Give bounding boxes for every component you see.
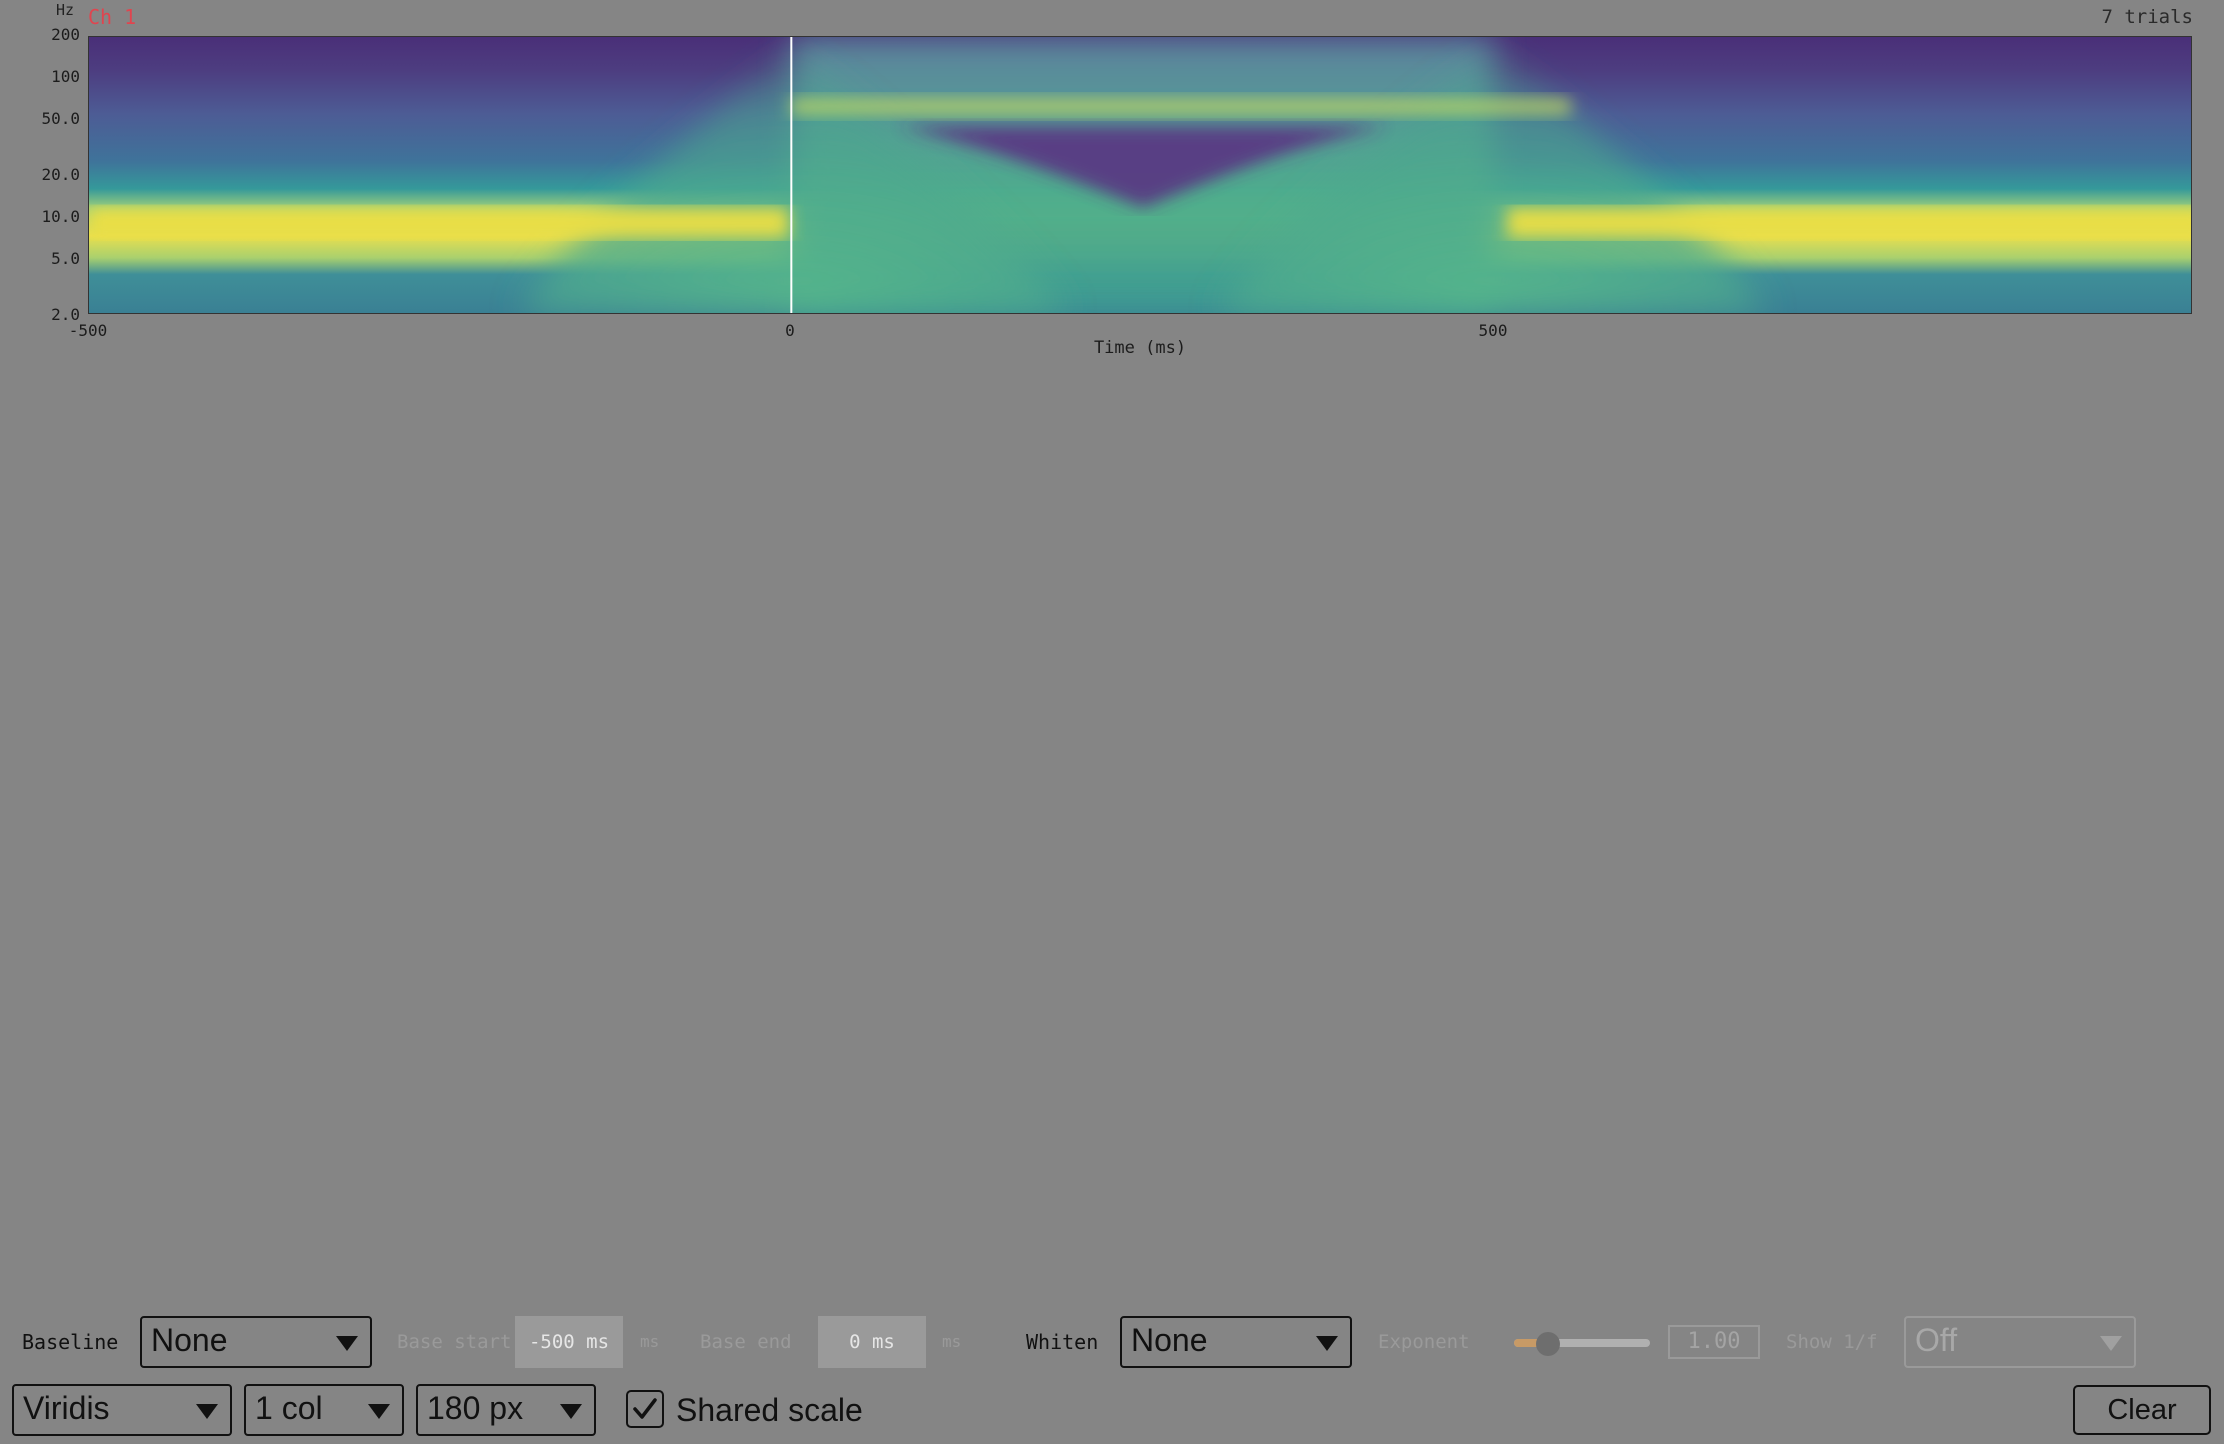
shared-scale-label: Shared scale [676,1392,863,1428]
chevron-down-icon [560,1404,582,1419]
spectrogram-heatmap[interactable] [88,36,2192,314]
show-1f-label: Show 1/f [1786,1331,1878,1353]
y-tick-label: 100 [51,67,80,86]
x-axis-label: Time (ms) [1093,338,1187,358]
whiten-select-value: None [1131,1322,1208,1358]
x-tick-label: -500 [68,321,108,340]
height-select-value: 180 px [427,1390,524,1426]
x-tick-label: 0 [785,321,795,340]
y-axis-unit: Hz [56,1,75,19]
chevron-down-icon [368,1404,390,1419]
channel-label: Ch 1 [88,5,137,29]
gamma-band [791,94,1571,119]
chevron-down-icon [196,1404,218,1419]
whiten-label: Whiten [1026,1330,1099,1354]
whiten-select[interactable]: None [1120,1316,1352,1368]
colormap-select-value: Viridis [23,1390,110,1426]
clear-button[interactable]: Clear [2073,1385,2211,1435]
show-1f-select-value: Off [1915,1322,1958,1358]
y-tick-label: 5.0 [51,249,80,268]
exponent-label: Exponent [1378,1331,1470,1353]
alpha-band-pre [89,207,789,238]
columns-select-value: 1 col [255,1390,323,1426]
x-tick-label: 500 [1478,321,1508,340]
columns-select[interactable]: 1 col [244,1384,404,1436]
chevron-down-icon [336,1336,358,1351]
base-start-label: Base start [397,1331,512,1353]
y-tick-label: 10.0 [41,207,80,226]
shared-scale-checkbox[interactable] [626,1390,664,1428]
baseline-controls-row: Baseline None Base start -500 ms ms Base… [0,1316,2224,1368]
baseline-label: Baseline [22,1330,119,1354]
exponent-slider-thumb[interactable] [1536,1332,1560,1356]
y-tick-label: 200 [51,25,80,44]
base-start-unit: ms [640,1332,660,1351]
trials-count: 7 trials [2101,6,2193,28]
chevron-down-icon [2100,1336,2122,1351]
chevron-down-icon [1316,1336,1338,1351]
height-select[interactable]: 180 px [416,1384,596,1436]
show-1f-select[interactable]: Off [1904,1316,2136,1368]
spectrogram-panel: Hz Ch 1 7 trials 200 100 50.0 20.0 10.0 … [0,0,2224,370]
y-tick-label: 50.0 [41,109,80,128]
alpha-band-post [1507,207,2191,238]
y-tick-label: 20.0 [41,165,80,184]
exponent-value-field[interactable]: 1.00 [1668,1325,1760,1359]
baseline-select[interactable]: None [140,1316,372,1368]
display-controls-row: Viridis 1 col 180 px [0,1384,2224,1436]
base-end-input[interactable]: 0 ms [818,1316,926,1368]
colormap-select[interactable]: Viridis [12,1384,232,1436]
exponent-slider[interactable] [1514,1339,1650,1347]
checkmark-icon [633,1398,657,1419]
base-start-input[interactable]: -500 ms [515,1316,623,1368]
baseline-select-value: None [151,1322,228,1358]
base-end-label: Base end [700,1331,792,1353]
base-end-unit: ms [942,1332,962,1351]
